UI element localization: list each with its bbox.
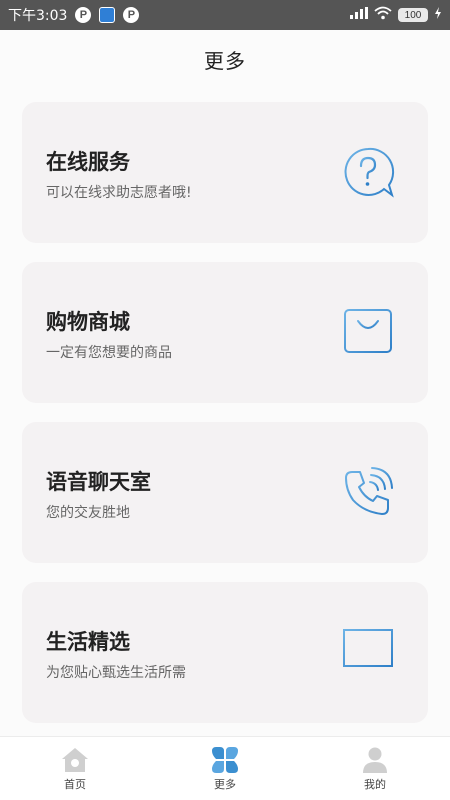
tab-mine[interactable]: 我的: [300, 737, 450, 800]
card-subtitle: 您的交友胜地: [46, 505, 130, 521]
card-title: 语音聊天室: [46, 470, 151, 494]
card-voice-chat-room[interactable]: 语音聊天室 您的交友胜地: [22, 422, 428, 563]
card-online-service[interactable]: 在线服务 可以在线求助志愿者哦!: [22, 102, 428, 243]
feature-list: 在线服务 可以在线求助志愿者哦! 购物商城 一定有您想要的商品 语音聊天室 您的…: [22, 102, 428, 742]
card-subtitle: 为您贴心甄选生活所需: [46, 665, 186, 681]
clover-icon: [210, 746, 240, 774]
signal-icon: [350, 7, 368, 23]
bottom-tab-bar: 首页 更多 我的: [0, 736, 450, 800]
wifi-icon: [374, 6, 392, 24]
tab-label: 更多: [214, 777, 236, 791]
page-title: 更多: [204, 48, 246, 73]
card-shopping-mall[interactable]: 购物商城 一定有您想要的商品: [22, 262, 428, 403]
tab-home[interactable]: 首页: [0, 737, 150, 800]
status-time: 下午3:03: [8, 8, 68, 24]
battery-icon: 100: [398, 8, 428, 22]
card-title: 购物商城: [46, 310, 130, 334]
card-subtitle: 可以在线求助志愿者哦!: [46, 185, 192, 201]
card-title: 生活精选: [46, 630, 130, 654]
tab-more[interactable]: 更多: [150, 737, 300, 800]
header: 更多: [0, 30, 450, 88]
charging-icon: [434, 7, 442, 23]
question-bubble-icon: [340, 144, 396, 200]
tab-label: 首页: [64, 777, 86, 791]
card-title: 在线服务: [46, 150, 130, 174]
chart-board-icon: [340, 624, 396, 680]
phone-icon: [340, 464, 396, 520]
status-bar: 下午3:03 P P 100: [0, 0, 450, 30]
user-icon: [360, 746, 390, 774]
card-life-selection[interactable]: 生活精选 为您贴心甄选生活所需: [22, 582, 428, 723]
app-notification-icon: [99, 7, 116, 23]
card-subtitle: 一定有您想要的商品: [46, 345, 172, 361]
p-app-icon: P: [75, 7, 92, 23]
shopping-bag-icon: [340, 304, 396, 360]
p-app-icon-2: P: [123, 7, 140, 23]
home-icon: [60, 746, 90, 774]
tab-label: 我的: [364, 777, 386, 791]
